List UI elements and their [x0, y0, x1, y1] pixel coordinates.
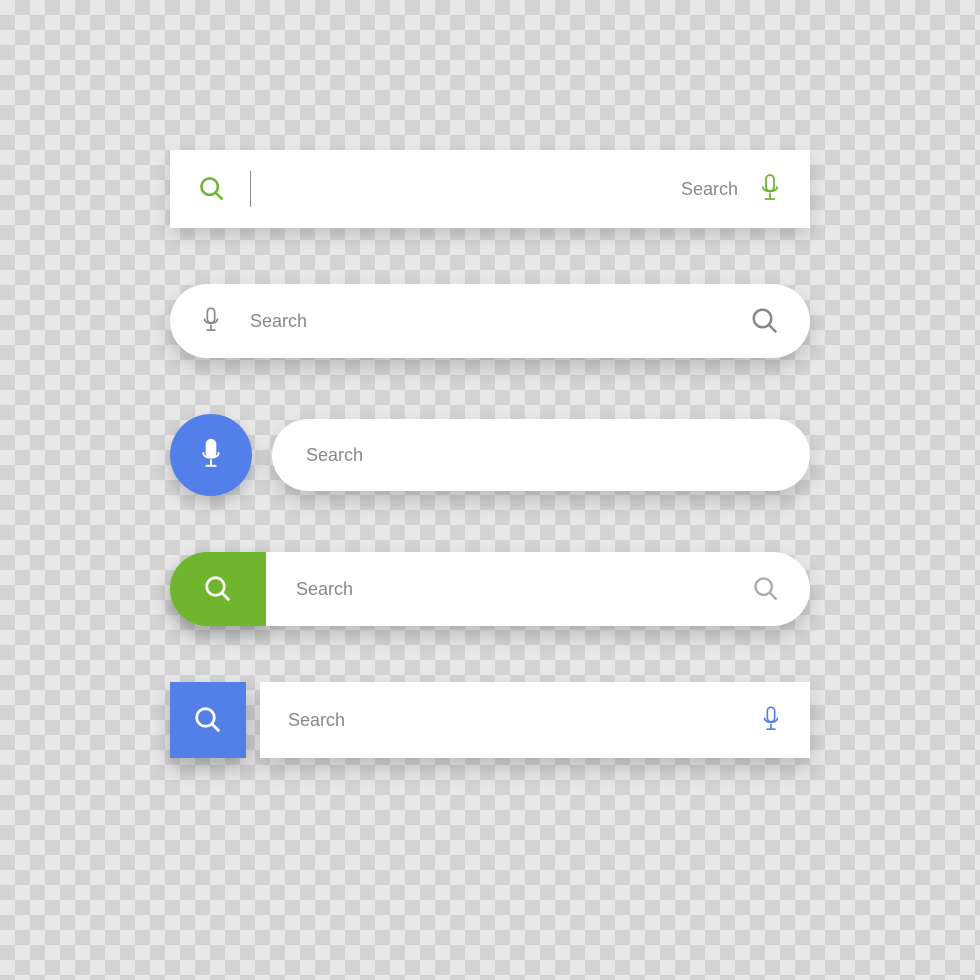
search-bar-circle-mic: Search	[170, 414, 810, 496]
search-bar-green-attach: Search	[170, 552, 810, 626]
search-icon[interactable]	[750, 306, 780, 336]
search-input[interactable]: Search	[260, 682, 810, 758]
search-bar-rectangular[interactable]: Search	[170, 150, 810, 228]
search-icon[interactable]	[752, 575, 780, 603]
search-placeholder: Search	[250, 311, 750, 332]
search-placeholder: Search	[288, 710, 760, 731]
search-bar-pill[interactable]: Search	[170, 284, 810, 358]
search-placeholder: Search	[296, 579, 752, 600]
search-label: Search	[681, 179, 738, 200]
search-input[interactable]: Search	[266, 552, 810, 626]
microphone-icon[interactable]	[758, 173, 782, 205]
search-icon	[198, 175, 226, 203]
search-button[interactable]	[170, 552, 266, 626]
search-button[interactable]	[170, 682, 246, 758]
microphone-icon[interactable]	[760, 705, 782, 735]
search-input[interactable]: Search	[272, 419, 810, 491]
microphone-icon[interactable]	[200, 306, 222, 336]
microphone-button[interactable]	[170, 414, 252, 496]
text-cursor	[250, 171, 251, 207]
search-bar-blue-square: Search	[170, 682, 810, 758]
search-placeholder: Search	[306, 445, 363, 466]
